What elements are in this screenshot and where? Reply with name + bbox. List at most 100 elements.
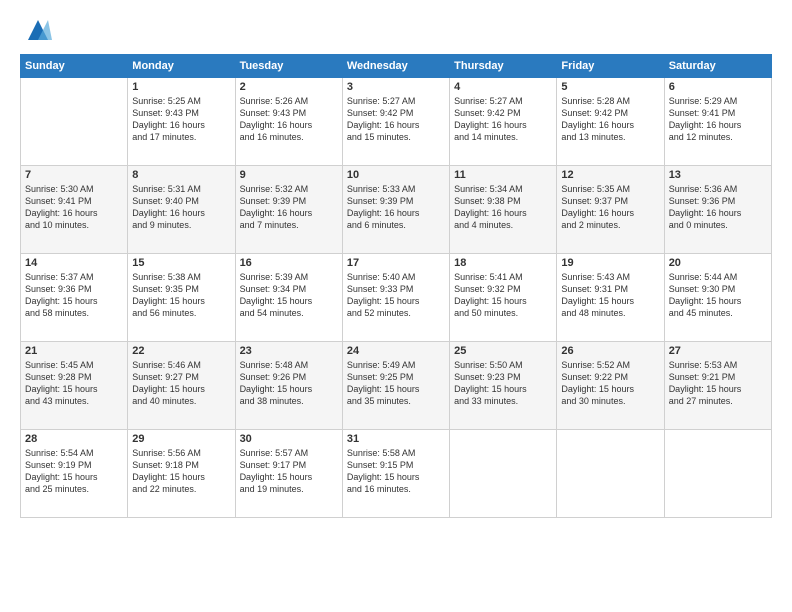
day-info: Sunrise: 5:56 AM Sunset: 9:18 PM Dayligh… xyxy=(132,447,230,496)
day-number: 24 xyxy=(347,345,445,357)
day-info: Sunrise: 5:44 AM Sunset: 9:30 PM Dayligh… xyxy=(669,271,767,320)
day-number: 21 xyxy=(25,345,123,357)
day-number: 20 xyxy=(669,257,767,269)
day-number: 8 xyxy=(132,169,230,181)
day-number: 16 xyxy=(240,257,338,269)
calendar-cell: 9 Sunrise: 5:32 AM Sunset: 9:39 PM Daylig… xyxy=(235,166,342,254)
calendar-cell: 30 Sunrise: 5:57 AM Sunset: 9:17 PM Dayli… xyxy=(235,430,342,518)
day-number: 13 xyxy=(669,169,767,181)
day-number: 1 xyxy=(132,81,230,93)
day-info: Sunrise: 5:36 AM Sunset: 9:36 PM Dayligh… xyxy=(669,183,767,232)
calendar-cell: 25 Sunrise: 5:50 AM Sunset: 9:23 PM Dayli… xyxy=(450,342,557,430)
day-info: Sunrise: 5:34 AM Sunset: 9:38 PM Dayligh… xyxy=(454,183,552,232)
day-info: Sunrise: 5:28 AM Sunset: 9:42 PM Dayligh… xyxy=(561,95,659,144)
calendar-cell: 3Sunrise: 5:27 AM Sunset: 9:42 PM Daylig… xyxy=(342,78,449,166)
day-info: Sunrise: 5:27 AM Sunset: 9:42 PM Dayligh… xyxy=(347,95,445,144)
day-number: 25 xyxy=(454,345,552,357)
week-row-2: 7 Sunrise: 5:30 AM Sunset: 9:41 PM Daylig… xyxy=(21,166,772,254)
day-info: Sunrise: 5:53 AM Sunset: 9:21 PM Dayligh… xyxy=(669,359,767,408)
day-info: Sunrise: 5:27 AM Sunset: 9:42 PM Dayligh… xyxy=(454,95,552,144)
day-info: Sunrise: 5:43 AM Sunset: 9:31 PM Dayligh… xyxy=(561,271,659,320)
calendar-cell: 22 Sunrise: 5:46 AM Sunset: 9:27 PM Dayli… xyxy=(128,342,235,430)
day-info: Sunrise: 5:49 AM Sunset: 9:25 PM Dayligh… xyxy=(347,359,445,408)
day-info: Sunrise: 5:30 AM Sunset: 9:41 PM Dayligh… xyxy=(25,183,123,232)
weekday-header-sunday: Sunday xyxy=(21,55,128,78)
day-number: 28 xyxy=(25,433,123,445)
weekday-header-friday: Friday xyxy=(557,55,664,78)
calendar-cell: 12 Sunrise: 5:35 AM Sunset: 9:37 PM Dayli… xyxy=(557,166,664,254)
day-number: 9 xyxy=(240,169,338,181)
day-number: 15 xyxy=(132,257,230,269)
day-number: 30 xyxy=(240,433,338,445)
day-info: Sunrise: 5:41 AM Sunset: 9:32 PM Dayligh… xyxy=(454,271,552,320)
calendar-cell: 27 Sunrise: 5:53 AM Sunset: 9:21 PM Dayli… xyxy=(664,342,771,430)
calendar-cell xyxy=(664,430,771,518)
calendar-cell: 1 Sunrise: 5:25 AM Sunset: 9:43 PM Daylig… xyxy=(128,78,235,166)
day-number: 26 xyxy=(561,345,659,357)
weekday-header-wednesday: Wednesday xyxy=(342,55,449,78)
day-number: 23 xyxy=(240,345,338,357)
logo xyxy=(20,16,52,44)
day-number: 4 xyxy=(454,81,552,93)
calendar-cell: 2 Sunrise: 5:26 AM Sunset: 9:43 PM Daylig… xyxy=(235,78,342,166)
calendar-cell: 17Sunrise: 5:40 AM Sunset: 9:33 PM Dayli… xyxy=(342,254,449,342)
day-info: Sunrise: 5:46 AM Sunset: 9:27 PM Dayligh… xyxy=(132,359,230,408)
calendar-cell: 19 Sunrise: 5:43 AM Sunset: 9:31 PM Dayli… xyxy=(557,254,664,342)
day-info: Sunrise: 5:45 AM Sunset: 9:28 PM Dayligh… xyxy=(25,359,123,408)
day-number: 22 xyxy=(132,345,230,357)
day-number: 19 xyxy=(561,257,659,269)
day-number: 12 xyxy=(561,169,659,181)
day-number: 2 xyxy=(240,81,338,93)
calendar-cell: 11 Sunrise: 5:34 AM Sunset: 9:38 PM Dayli… xyxy=(450,166,557,254)
calendar-cell xyxy=(557,430,664,518)
day-number: 14 xyxy=(25,257,123,269)
calendar-table: SundayMondayTuesdayWednesdayThursdayFrid… xyxy=(20,54,772,518)
week-row-5: 28 Sunrise: 5:54 AM Sunset: 9:19 PM Dayli… xyxy=(21,430,772,518)
calendar-cell: 26 Sunrise: 5:52 AM Sunset: 9:22 PM Dayli… xyxy=(557,342,664,430)
day-number: 7 xyxy=(25,169,123,181)
day-info: Sunrise: 5:32 AM Sunset: 9:39 PM Dayligh… xyxy=(240,183,338,232)
weekday-header-saturday: Saturday xyxy=(664,55,771,78)
day-info: Sunrise: 5:25 AM Sunset: 9:43 PM Dayligh… xyxy=(132,95,230,144)
header xyxy=(20,16,772,44)
logo-icon xyxy=(24,16,52,44)
day-number: 11 xyxy=(454,169,552,181)
calendar-cell: 21 Sunrise: 5:45 AM Sunset: 9:28 PM Dayli… xyxy=(21,342,128,430)
day-info: Sunrise: 5:57 AM Sunset: 9:17 PM Dayligh… xyxy=(240,447,338,496)
calendar-cell: 4 Sunrise: 5:27 AM Sunset: 9:42 PM Daylig… xyxy=(450,78,557,166)
calendar-cell: 16 Sunrise: 5:39 AM Sunset: 9:34 PM Dayli… xyxy=(235,254,342,342)
calendar-cell: 6Sunrise: 5:29 AM Sunset: 9:41 PM Daylig… xyxy=(664,78,771,166)
weekday-header-monday: Monday xyxy=(128,55,235,78)
day-number: 17 xyxy=(347,257,445,269)
day-number: 29 xyxy=(132,433,230,445)
weekday-header-thursday: Thursday xyxy=(450,55,557,78)
calendar-cell: 8Sunrise: 5:31 AM Sunset: 9:40 PM Daylig… xyxy=(128,166,235,254)
calendar-cell: 31 Sunrise: 5:58 AM Sunset: 9:15 PM Dayli… xyxy=(342,430,449,518)
day-info: Sunrise: 5:35 AM Sunset: 9:37 PM Dayligh… xyxy=(561,183,659,232)
day-info: Sunrise: 5:39 AM Sunset: 9:34 PM Dayligh… xyxy=(240,271,338,320)
calendar-cell: 29 Sunrise: 5:56 AM Sunset: 9:18 PM Dayli… xyxy=(128,430,235,518)
day-number: 10 xyxy=(347,169,445,181)
day-number: 5 xyxy=(561,81,659,93)
calendar-cell: 14 Sunrise: 5:37 AM Sunset: 9:36 PM Dayli… xyxy=(21,254,128,342)
calendar-cell: 5 Sunrise: 5:28 AM Sunset: 9:42 PM Daylig… xyxy=(557,78,664,166)
week-row-4: 21 Sunrise: 5:45 AM Sunset: 9:28 PM Dayli… xyxy=(21,342,772,430)
week-row-1: 1 Sunrise: 5:25 AM Sunset: 9:43 PM Daylig… xyxy=(21,78,772,166)
calendar-cell: 18 Sunrise: 5:41 AM Sunset: 9:32 PM Dayli… xyxy=(450,254,557,342)
day-number: 31 xyxy=(347,433,445,445)
calendar-cell: 13 Sunrise: 5:36 AM Sunset: 9:36 PM Dayli… xyxy=(664,166,771,254)
weekday-header-tuesday: Tuesday xyxy=(235,55,342,78)
day-info: Sunrise: 5:54 AM Sunset: 9:19 PM Dayligh… xyxy=(25,447,123,496)
calendar-cell: 10Sunrise: 5:33 AM Sunset: 9:39 PM Dayli… xyxy=(342,166,449,254)
calendar-cell: 28 Sunrise: 5:54 AM Sunset: 9:19 PM Dayli… xyxy=(21,430,128,518)
day-number: 27 xyxy=(669,345,767,357)
day-info: Sunrise: 5:50 AM Sunset: 9:23 PM Dayligh… xyxy=(454,359,552,408)
calendar-cell xyxy=(21,78,128,166)
day-info: Sunrise: 5:38 AM Sunset: 9:35 PM Dayligh… xyxy=(132,271,230,320)
page: SundayMondayTuesdayWednesdayThursdayFrid… xyxy=(0,0,792,612)
day-info: Sunrise: 5:37 AM Sunset: 9:36 PM Dayligh… xyxy=(25,271,123,320)
day-number: 18 xyxy=(454,257,552,269)
day-info: Sunrise: 5:26 AM Sunset: 9:43 PM Dayligh… xyxy=(240,95,338,144)
day-info: Sunrise: 5:58 AM Sunset: 9:15 PM Dayligh… xyxy=(347,447,445,496)
day-info: Sunrise: 5:52 AM Sunset: 9:22 PM Dayligh… xyxy=(561,359,659,408)
